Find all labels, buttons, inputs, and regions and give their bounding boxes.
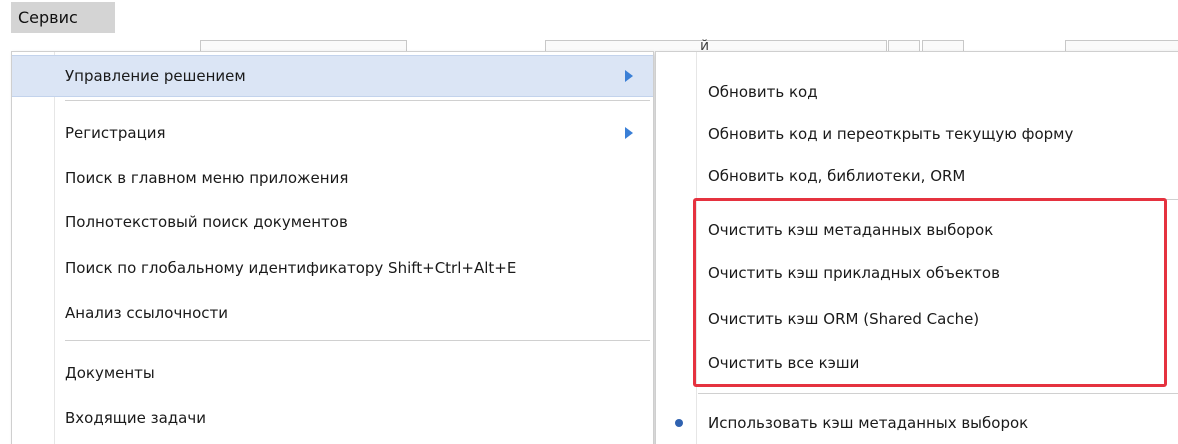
submenu-item-label: Очистить кэш метаданных выборок [708, 221, 994, 239]
checked-radio-dot-icon [675, 419, 683, 427]
submenu-item-update-code[interactable]: Обновить код [656, 71, 1178, 113]
submenu-arrow-icon [625, 127, 633, 139]
solution-management-submenu: Обновить код Обновить код и переоткрыть … [655, 51, 1178, 444]
submenu-arrow-icon [625, 70, 633, 82]
menu-item-fulltext-search[interactable]: Полнотекстовый поиск документов [12, 201, 653, 243]
menu-item-label: Поиск по глобальному идентификатору Shif… [65, 259, 517, 277]
submenu-item-label: Обновить код, библиотеки, ORM [708, 167, 966, 185]
submenu-item-update-code-reopen-form[interactable]: Обновить код и переоткрыть текущую форму [656, 113, 1178, 155]
menu-item-label: Управление решением [65, 67, 246, 85]
menu-item-solution-management[interactable]: Управление решением [12, 55, 653, 97]
submenu-item-label: Использовать кэш метаданных выборок [708, 414, 1029, 432]
menu-item-label: Полнотекстовый поиск документов [65, 213, 348, 231]
submenu-item-label: Очистить кэш прикладных объектов [708, 264, 1000, 282]
submenu-item-label: Очистить кэш ORM (Shared Cache) [708, 310, 980, 328]
menu-item-incoming-tasks[interactable]: Входящие задачи [12, 397, 653, 439]
menu-item-registration[interactable]: Регистрация [12, 112, 653, 154]
menu-item-label: Поиск в главном меню приложения [65, 169, 349, 187]
menu-separator [65, 100, 650, 101]
submenu-item-label: Очистить все кэши [708, 354, 860, 372]
menu-item-global-id-search[interactable]: Поиск по глобальному идентификатору Shif… [12, 247, 653, 289]
submenu-item-label: Обновить код и переоткрыть текущую форму [708, 125, 1074, 143]
submenu-item-clear-selection-metadata-cache[interactable]: Очистить кэш метаданных выборок [656, 209, 1178, 251]
submenu-item-update-code-libraries-orm[interactable]: Обновить код, библиотеки, ORM [656, 155, 1178, 197]
menu-item-documents[interactable]: Документы [12, 352, 653, 394]
menu-item-label: Документы [65, 364, 155, 382]
submenu-separator [698, 393, 1178, 394]
service-dropdown-menu: Управление решением Регистрация Поиск в … [11, 51, 654, 444]
menu-item-search-main-menu[interactable]: Поиск в главном меню приложения [12, 157, 653, 199]
submenu-item-clear-orm-cache[interactable]: Очистить кэш ORM (Shared Cache) [656, 298, 1178, 340]
screen: Сервис й Управление решением Регистрация… [0, 0, 1178, 444]
menu-item-label: Регистрация [65, 124, 166, 142]
menu-separator [65, 340, 650, 341]
submenu-separator [698, 199, 1178, 200]
menu-item-reference-analysis[interactable]: Анализ ссылочности [12, 292, 653, 334]
menu-item-label: Входящие задачи [65, 409, 206, 427]
menu-item-label: Анализ ссылочности [65, 304, 229, 322]
submenu-item-clear-all-caches[interactable]: Очистить все кэши [656, 342, 1178, 384]
submenu-item-clear-application-objects-cache[interactable]: Очистить кэш прикладных объектов [656, 252, 1178, 294]
submenu-item-use-selection-metadata-cache[interactable]: Использовать кэш метаданных выборок [656, 402, 1178, 444]
service-menu-button[interactable]: Сервис [11, 2, 115, 33]
submenu-item-label: Обновить код [708, 83, 818, 101]
